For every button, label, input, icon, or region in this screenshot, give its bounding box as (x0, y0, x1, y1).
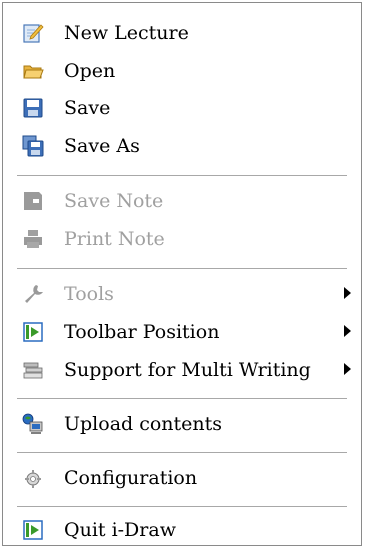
menu-item-label: Open (64, 60, 116, 82)
quit-icon (22, 519, 44, 541)
menu-item-save-note[interactable]: Save Note (13, 183, 351, 219)
menu-item-quit[interactable]: Quit i-Draw (13, 512, 351, 548)
submenu-arrow-icon (344, 363, 351, 375)
menu-separator (17, 506, 347, 508)
gear-icon (22, 467, 44, 489)
toolbar-position-icon (22, 321, 44, 343)
menu-item-toolbar-position[interactable]: Toolbar Position (13, 314, 351, 350)
menu-item-label: Tools (64, 283, 114, 305)
submenu-arrow-icon (344, 287, 351, 299)
context-menu: New Lecture Open Save Save As Save Note … (2, 2, 362, 546)
menu-separator (17, 452, 347, 454)
menu-item-support-multi-writing[interactable]: Support for Multi Writing (13, 352, 351, 388)
new-lecture-icon (22, 22, 44, 44)
menu-item-upload-contents[interactable]: Upload contents (13, 406, 351, 442)
menu-item-label: Print Note (64, 228, 165, 250)
upload-computer-icon (22, 413, 44, 435)
menu-separator (17, 175, 347, 177)
open-folder-icon (22, 60, 44, 82)
save-disk-icon (22, 97, 44, 119)
menu-item-label: Upload contents (64, 413, 223, 435)
menu-separator (17, 268, 347, 270)
menu-item-label: Support for Multi Writing (64, 359, 311, 381)
submenu-arrow-icon (344, 325, 351, 337)
multi-writing-icon (22, 359, 44, 381)
menu-item-tools[interactable]: Tools (13, 276, 351, 312)
menu-item-label: New Lecture (64, 22, 189, 44)
wrench-icon (22, 283, 44, 305)
menu-separator (17, 398, 347, 400)
menu-item-label: Save (64, 97, 111, 119)
menu-item-save-as[interactable]: Save As (13, 128, 351, 164)
menu-item-label: Toolbar Position (64, 321, 220, 343)
menu-item-print-note[interactable]: Print Note (13, 221, 351, 257)
save-note-icon (22, 190, 44, 212)
menu-item-label: Save As (64, 135, 140, 157)
menu-item-new-lecture[interactable]: New Lecture (13, 15, 351, 51)
menu-item-configuration[interactable]: Configuration (13, 460, 351, 496)
menu-item-label: Quit i-Draw (64, 519, 176, 541)
save-as-icon (22, 135, 44, 157)
menu-item-label: Configuration (64, 467, 198, 489)
print-note-icon (22, 228, 44, 250)
menu-item-label: Save Note (64, 190, 164, 212)
menu-item-open[interactable]: Open (13, 53, 351, 89)
menu-item-save[interactable]: Save (13, 90, 351, 126)
